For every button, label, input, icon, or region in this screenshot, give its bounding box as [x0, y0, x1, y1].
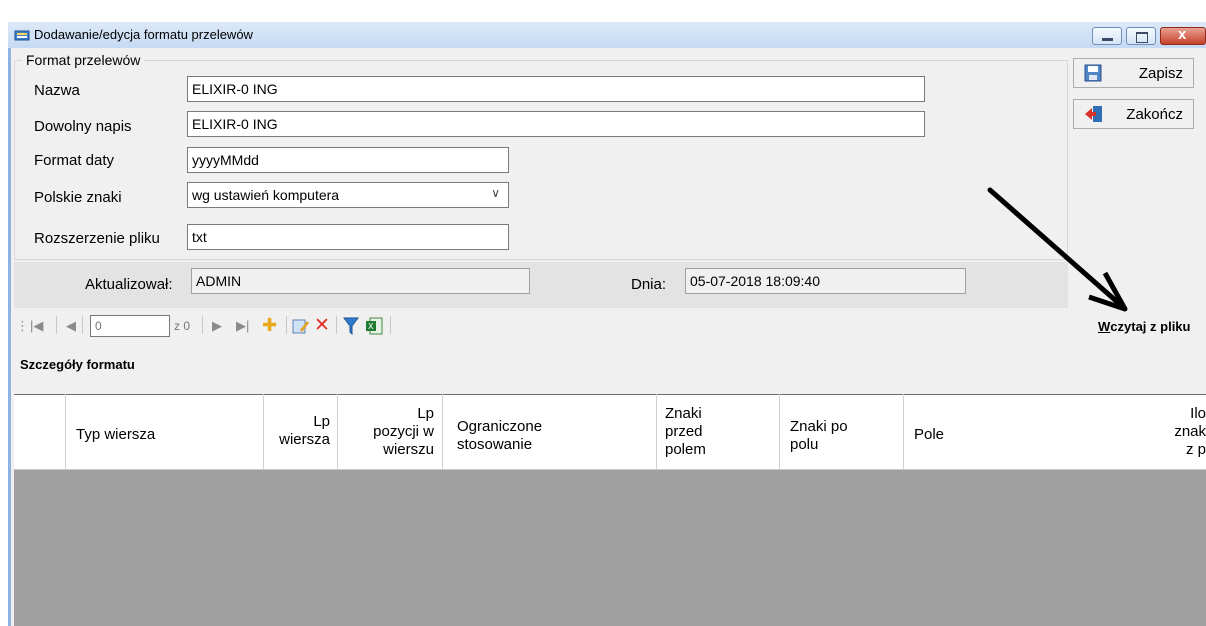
dowolny-napis-input[interactable]: ELIXIR-0 ING — [187, 111, 925, 137]
polskie-znaki-select[interactable]: wg ustawień komputera ∨ — [187, 182, 509, 208]
annotation-arrow — [987, 187, 1128, 312]
dnia-label: Dnia: — [631, 276, 667, 293]
separator — [390, 316, 391, 334]
zakoncz-button[interactable]: Zakończ — [1073, 99, 1194, 129]
delete-icon[interactable]: ✕ — [314, 314, 330, 337]
grip-icon: ⋮ — [16, 318, 29, 333]
separator — [286, 316, 287, 334]
dowolny-napis-label: Dowolny napis — [34, 118, 132, 135]
wczytaj-z-pliku-button[interactable]: Wczytaj z pliku — [1098, 319, 1190, 334]
rozszerzenie-label: Rozszerzenie pliku — [34, 230, 160, 247]
zapisz-label: Zapisz — [1138, 65, 1183, 82]
rozszerzenie-input[interactable]: txt — [187, 224, 509, 250]
column-divider — [337, 394, 338, 470]
separator — [202, 316, 203, 334]
details-title: Szczegóły formatu — [20, 357, 135, 372]
chevron-down-icon[interactable]: ∨ — [491, 186, 500, 200]
separator — [56, 316, 57, 334]
exit-door-icon — [1085, 106, 1102, 122]
aktualizowal-label: Aktualizował: — [85, 276, 173, 293]
position-input[interactable]: 0 — [90, 315, 170, 337]
maximize-button[interactable] — [1126, 27, 1156, 45]
column-header-lp-pozycji[interactable]: Lp pozycji w wierszu — [342, 405, 434, 459]
column-divider — [263, 394, 264, 470]
record-count: z 0 — [174, 319, 191, 333]
separator — [82, 316, 83, 334]
minimize-icon — [1102, 38, 1113, 41]
zakoncz-label: Zakończ — [1126, 106, 1183, 123]
column-divider — [442, 394, 443, 470]
zapisz-button[interactable]: Zapisz — [1073, 58, 1194, 88]
desktop-strip — [0, 0, 1206, 22]
polskie-znaki-label: Polskie znaki — [34, 189, 122, 206]
polskie-znaki-value: wg ustawień komputera — [192, 187, 340, 203]
app-icon — [14, 30, 30, 41]
column-divider — [656, 394, 657, 470]
column-divider — [779, 394, 780, 470]
edit-icon[interactable] — [292, 317, 310, 335]
excel-export-icon[interactable]: X — [365, 317, 383, 335]
format-daty-input[interactable]: yyyyMMdd — [187, 147, 509, 173]
column-header-znaki-przed[interactable]: Znaki przed polem — [665, 405, 706, 459]
column-header-typ-wiersza[interactable]: Typ wiersza — [76, 426, 155, 444]
nazwa-label: Nazwa — [34, 82, 80, 99]
window-title: Dodawanie/edycja formatu przelewów — [34, 27, 253, 42]
filter-icon[interactable] — [343, 317, 359, 335]
separator — [336, 316, 337, 334]
nazwa-input[interactable]: ELIXIR-0 ING — [187, 76, 925, 102]
first-record-icon[interactable]: |◀ — [30, 318, 43, 334]
wczytaj-label: czytaj z pliku — [1110, 319, 1191, 334]
binding-navigator — [14, 313, 1206, 339]
format-daty-label: Format daty — [34, 152, 115, 169]
close-icon: x — [1178, 26, 1187, 43]
column-header-znaki-po[interactable]: Znaki po polu — [790, 418, 848, 454]
grid-header-row — [14, 394, 1206, 470]
column-divider — [65, 394, 66, 470]
column-header-pole[interactable]: Pole — [914, 426, 944, 444]
add-icon[interactable]: ✚ — [262, 315, 277, 336]
minimize-button[interactable] — [1092, 27, 1122, 45]
next-record-icon[interactable]: ▶ — [212, 318, 222, 334]
maximize-icon — [1136, 32, 1148, 43]
close-button[interactable]: x — [1160, 26, 1206, 45]
save-icon — [1084, 64, 1102, 82]
aktualizowal-field: ADMIN — [191, 268, 530, 294]
format-group-legend: Format przelewów — [22, 52, 145, 68]
svg-text:X: X — [368, 322, 374, 331]
previous-record-icon[interactable]: ◀ — [66, 318, 76, 334]
column-divider — [903, 394, 904, 470]
column-header-ograniczone[interactable]: Ograniczone stosowanie — [457, 418, 542, 454]
last-record-icon[interactable]: ▶| — [236, 318, 249, 334]
wczytaj-hotkey: W — [1098, 319, 1111, 334]
column-header-ilosc-znakow[interactable]: Ilo znak z p — [1168, 405, 1206, 459]
dnia-field: 05-07-2018 18:09:40 — [685, 268, 966, 294]
window-left-border — [8, 22, 11, 626]
column-header-lp-wiersza[interactable]: Lp wiersza — [268, 413, 330, 449]
